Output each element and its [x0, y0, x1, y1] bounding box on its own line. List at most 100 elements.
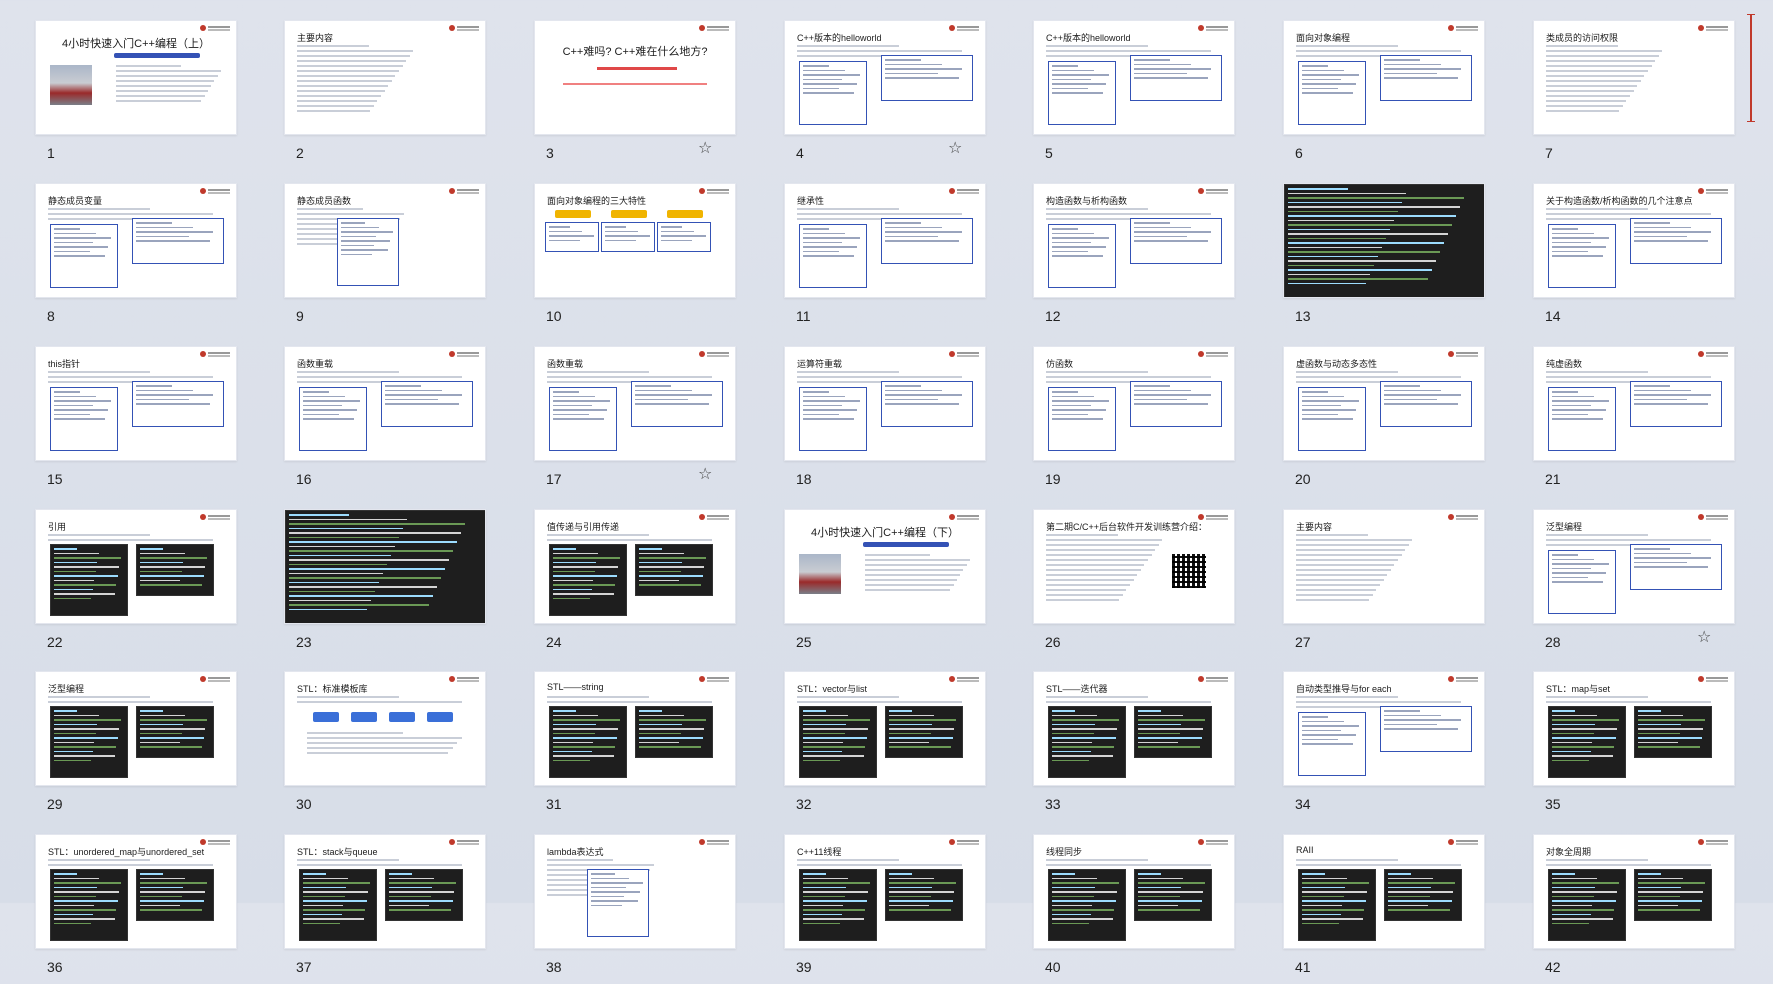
slide-thumbnail[interactable]: 泛型编程 [35, 671, 237, 786]
slide-thumbnail[interactable]: 引用 [35, 509, 237, 624]
star-outline-icon[interactable]: ☆ [948, 141, 962, 157]
slide-thumbnail[interactable]: 类成员的访问权限 [1533, 20, 1735, 135]
slide-thumbnail-cell[interactable]: 对象全周期 42 [1533, 834, 1735, 984]
slide-thumbnail-cell[interactable]: STL：标准模板库 30 [284, 671, 486, 821]
slide-thumbnail[interactable]: STL：标准模板库 [284, 671, 486, 786]
slide-thumbnail-cell[interactable]: 函数重载 16 [284, 346, 486, 496]
slide-thumbnail-cell[interactable]: STL：map与set 35 [1533, 671, 1735, 821]
scrollbar[interactable] [1747, 14, 1755, 122]
slide-thumbnail-cell[interactable]: 纯虚函数 21 [1533, 346, 1735, 496]
slide-thumbnail[interactable]: 线程同步 [1033, 834, 1235, 949]
slide-thumbnail[interactable]: 虚函数与动态多态性 [1283, 346, 1485, 461]
slide-thumbnail[interactable]: 第二期C/C++后台软件开发训练营介绍： [1033, 509, 1235, 624]
code-box [1130, 381, 1222, 427]
slide-thumbnail-cell[interactable]: STL：stack与queue 37 [284, 834, 486, 984]
slide-thumbnail-cell[interactable]: 第二期C/C++后台软件开发训练营介绍： 26 [1033, 509, 1235, 659]
slide-thumbnail-cell[interactable]: 4小时快速入门C++编程（下） 25 [784, 509, 986, 659]
slide-thumbnail[interactable]: C++难吗? C++难在什么地方? [534, 20, 736, 135]
slide-thumbnail-cell[interactable]: 函数重载 17 ☆ [534, 346, 736, 496]
slide-thumbnail[interactable]: 函数重载 [284, 346, 486, 461]
slide-thumbnail[interactable]: 仿函数 [1033, 346, 1235, 461]
slide-thumbnail-cell[interactable]: 泛型编程 29 [35, 671, 237, 821]
slide-thumbnail-cell[interactable]: 13 [1283, 183, 1485, 333]
slide-thumbnail[interactable]: STL：vector与list [784, 671, 986, 786]
slide-thumbnail-cell[interactable]: STL——string 31 [534, 671, 736, 821]
slide-thumbnail-cell[interactable]: lambda表达式 38 [534, 834, 736, 984]
slide-thumbnail[interactable]: 主要内容 [284, 20, 486, 135]
slide-number: 37 [296, 959, 312, 975]
slide-thumbnail-cell[interactable]: 面向对象编程的三大特性 10 [534, 183, 736, 333]
text-lines [1546, 859, 1716, 869]
text-lines [1296, 534, 1416, 604]
star-outline-icon[interactable]: ☆ [1697, 630, 1711, 646]
slide-thumbnail-cell[interactable]: 面向对象编程 6 [1283, 20, 1485, 170]
slide-thumbnail-cell[interactable]: this指针 15 [35, 346, 237, 496]
slide-thumbnail[interactable]: STL——迭代器 [1033, 671, 1235, 786]
slide-thumbnail-cell[interactable]: STL——迭代器 33 [1033, 671, 1235, 821]
slide-thumbnail[interactable]: 关于构造函数/析构函数的几个注意点 [1533, 183, 1735, 298]
slide-title: 值传递与引用传递 [547, 522, 620, 532]
slide-thumbnail[interactable]: 静态成员函数 [284, 183, 486, 298]
slide-title: C++版本的helloworld [1046, 33, 1131, 43]
slide-thumbnail[interactable]: 继承性 [784, 183, 986, 298]
slide-thumbnail[interactable]: RAII [1283, 834, 1485, 949]
star-outline-icon[interactable]: ☆ [698, 141, 712, 157]
slide-thumbnail-cell[interactable]: 自动类型推导与for each 34 [1283, 671, 1485, 821]
slide-thumbnail-cell[interactable]: C++版本的helloworld 4 ☆ [784, 20, 986, 170]
slide-thumbnail[interactable]: 值传递与引用传递 [534, 509, 736, 624]
slide-thumbnail[interactable]: 泛型编程 [1533, 509, 1735, 624]
slide-thumbnail-cell[interactable]: 仿函数 19 [1033, 346, 1235, 496]
slide-thumbnail[interactable]: C++11线程 [784, 834, 986, 949]
slide-thumbnail-cell[interactable]: 继承性 11 [784, 183, 986, 333]
slide-thumbnail-cell[interactable]: 线程同步 40 [1033, 834, 1235, 984]
slide-thumbnail[interactable]: 对象全周期 [1533, 834, 1735, 949]
slide-thumbnail-cell[interactable]: C++11线程 39 [784, 834, 986, 984]
slide-thumbnail[interactable]: 面向对象编程 [1283, 20, 1485, 135]
slide-thumbnail-cell[interactable]: 23 [284, 509, 486, 659]
slide-thumbnail-cell[interactable]: STL：vector与list 32 [784, 671, 986, 821]
slide-number: 20 [1295, 471, 1311, 487]
slide-thumbnail-cell[interactable]: 泛型编程 28 ☆ [1533, 509, 1735, 659]
slide-number: 6 [1295, 145, 1303, 161]
slide-thumbnail[interactable]: STL——string [534, 671, 736, 786]
slide-thumbnail-cell[interactable]: STL：unordered_map与unordered_set 36 [35, 834, 237, 984]
slide-thumbnail[interactable]: STL：map与set [1533, 671, 1735, 786]
slide-thumbnail[interactable]: STL：stack与queue [284, 834, 486, 949]
slide-thumbnail-cell[interactable]: 类成员的访问权限 7 [1533, 20, 1735, 170]
slide-thumbnail-cell[interactable]: C++版本的helloworld 5 [1033, 20, 1235, 170]
slide-thumbnail-cell[interactable]: RAII 41 [1283, 834, 1485, 984]
slide-thumbnail[interactable]: 运算符重载 [784, 346, 986, 461]
slide-thumbnail-cell[interactable]: 静态成员变量 8 [35, 183, 237, 333]
slide-thumbnail[interactable]: this指针 [35, 346, 237, 461]
slide-thumbnail[interactable]: 纯虚函数 [1533, 346, 1735, 461]
slide-title: 仿函数 [1046, 359, 1074, 369]
slide-thumbnail[interactable]: 4小时快速入门C++编程（下） [784, 509, 986, 624]
slide-thumbnail-cell[interactable]: 构造函数与析构函数 12 [1033, 183, 1235, 333]
slide-thumbnail-cell[interactable]: 关于构造函数/析构函数的几个注意点 14 [1533, 183, 1735, 333]
slide-thumbnail[interactable]: lambda表达式 [534, 834, 736, 949]
slide-number: 16 [296, 471, 312, 487]
slide-thumbnail-cell[interactable]: 4小时快速入门C++编程（上） 1 [35, 20, 237, 170]
slide-thumbnail[interactable]: 主要内容 [1283, 509, 1485, 624]
slide-thumbnail[interactable]: 自动类型推导与for each [1283, 671, 1485, 786]
slide-thumbnail-cell[interactable]: 值传递与引用传递 24 [534, 509, 736, 659]
slide-thumbnail[interactable]: STL：unordered_map与unordered_set [35, 834, 237, 949]
slide-thumbnail-cell[interactable]: 运算符重载 18 [784, 346, 986, 496]
slide-thumbnail[interactable]: C++版本的helloworld [784, 20, 986, 135]
slide-thumbnail[interactable]: 4小时快速入门C++编程（上） [35, 20, 237, 135]
slide-thumbnail[interactable]: 构造函数与析构函数 [1033, 183, 1235, 298]
slide-thumbnail[interactable] [284, 509, 486, 624]
slide-thumbnail-cell[interactable]: 静态成员函数 9 [284, 183, 486, 333]
slide-thumbnail-cell[interactable]: 引用 22 [35, 509, 237, 659]
slide-thumbnail[interactable]: 函数重载 [534, 346, 736, 461]
slide-thumbnail-cell[interactable]: C++难吗? C++难在什么地方? 3 ☆ [534, 20, 736, 170]
code-box [1130, 218, 1222, 264]
slide-thumbnail[interactable]: 面向对象编程的三大特性 [534, 183, 736, 298]
slide-thumbnail[interactable]: C++版本的helloworld [1033, 20, 1235, 135]
slide-thumbnail-cell[interactable]: 主要内容 27 [1283, 509, 1485, 659]
slide-thumbnail[interactable] [1283, 183, 1485, 298]
slide-thumbnail-cell[interactable]: 主要内容 2 [284, 20, 486, 170]
slide-thumbnail-cell[interactable]: 虚函数与动态多态性 20 [1283, 346, 1485, 496]
slide-thumbnail[interactable]: 静态成员变量 [35, 183, 237, 298]
star-outline-icon[interactable]: ☆ [698, 467, 712, 483]
